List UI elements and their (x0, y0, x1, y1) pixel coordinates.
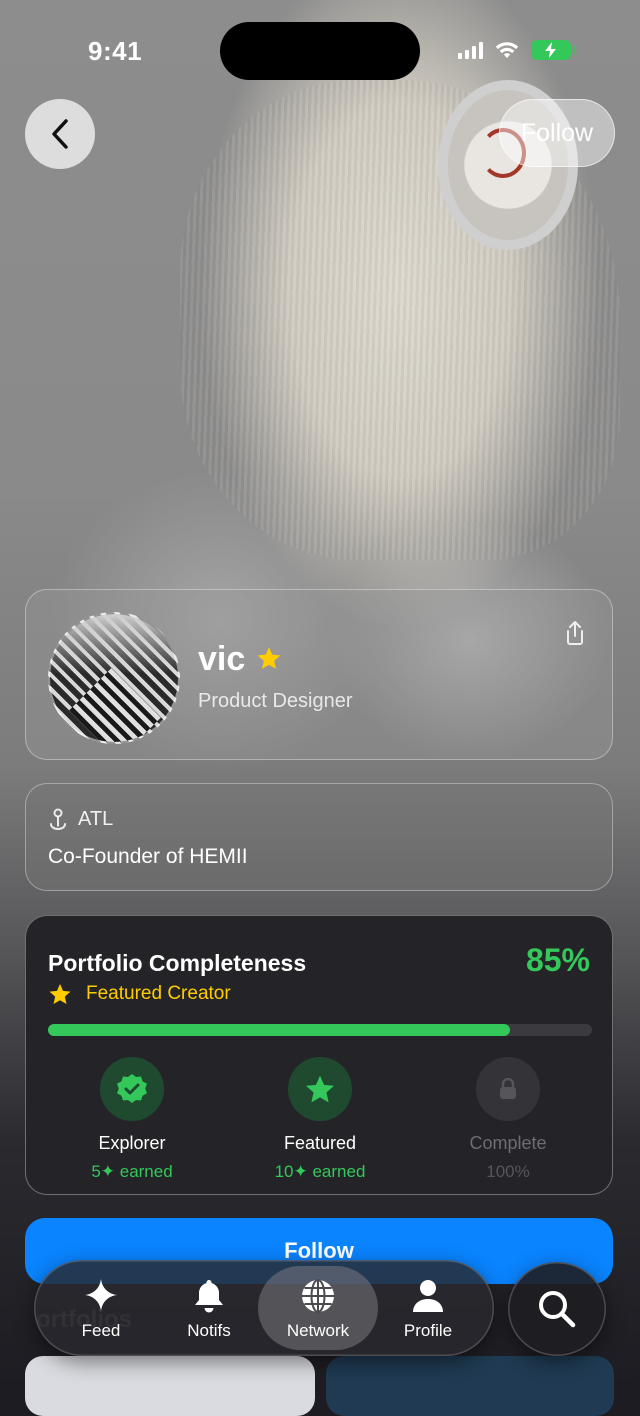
badge-explorer[interactable]: Explorer 5✦ earned (52, 1057, 212, 1182)
badge-label: Complete (469, 1133, 547, 1153)
tab-label: Notifs (187, 1321, 231, 1340)
badge-sub: 100% (486, 1162, 530, 1181)
status-icons (458, 38, 576, 62)
star-icon (306, 1075, 334, 1103)
profile-bio: Co-Founder of HEMII (48, 845, 248, 868)
tab-label: Network (286, 1321, 350, 1340)
avatar[interactable] (48, 612, 180, 744)
check-seal-icon (117, 1074, 147, 1103)
follow-button-top[interactable]: Follow (499, 99, 615, 167)
signal-icon (458, 41, 483, 59)
sparkle-icon (85, 1279, 117, 1311)
wifi-icon (495, 42, 519, 58)
featured-creator-label: Featured Creator (86, 983, 231, 1004)
dynamic-island (220, 22, 420, 80)
profile-card: vic Product Designer (25, 589, 613, 760)
badge-icon-container (100, 1057, 164, 1121)
progress-bar (48, 1024, 592, 1036)
progress-fill (48, 1024, 511, 1036)
star-icon (257, 647, 281, 669)
portfolio-completeness-card: Portfolio Completeness 85% Featured Crea… (25, 915, 613, 1195)
status-time: 9:41 (88, 36, 143, 66)
badge-icon-container (288, 1057, 352, 1121)
search-button[interactable] (508, 1262, 606, 1356)
back-button[interactable] (25, 99, 95, 169)
tab-bar: Feed Notifs Network Profile (34, 1260, 494, 1356)
portfolio-percent: 85% (525, 942, 590, 978)
badge-label: Featured (283, 1133, 357, 1153)
badge-sub: 5✦ earned (91, 1162, 173, 1181)
tab-profile[interactable]: Profile (373, 1260, 483, 1356)
tab-feed[interactable]: Feed (46, 1260, 156, 1356)
battery-icon (531, 40, 576, 60)
tab-notifs[interactable]: Notifs (154, 1260, 264, 1356)
globe-icon (302, 1279, 334, 1313)
badge-complete[interactable]: Complete 100% (428, 1057, 588, 1182)
tab-label: Feed (81, 1321, 121, 1340)
tab-network[interactable]: Network (263, 1260, 373, 1356)
star-icon (49, 984, 71, 1004)
badge-icon-container (476, 1057, 540, 1121)
share-icon[interactable] (564, 620, 586, 646)
portfolio-thumbnail[interactable] (326, 1356, 614, 1416)
tab-label: Profile (403, 1321, 453, 1340)
badge-sub: 10✦ earned (274, 1162, 366, 1181)
badge-featured[interactable]: Featured 10✦ earned (240, 1057, 400, 1182)
lock-icon (500, 1078, 516, 1099)
profile-role: Product Designer (198, 690, 353, 712)
profile-name: vic (198, 640, 246, 678)
location-text: ATL (78, 808, 114, 830)
location-card: ATL Co-Founder of HEMII (25, 783, 613, 891)
chevron-left-icon (52, 119, 68, 149)
search-icon (539, 1291, 576, 1328)
person-icon (413, 1280, 443, 1312)
location-pin-icon (50, 808, 66, 831)
badge-label: Explorer (98, 1133, 166, 1153)
bell-icon (195, 1280, 223, 1313)
portfolio-title: Portfolio Completeness (48, 950, 307, 976)
portfolio-thumbnail[interactable] (25, 1356, 315, 1416)
